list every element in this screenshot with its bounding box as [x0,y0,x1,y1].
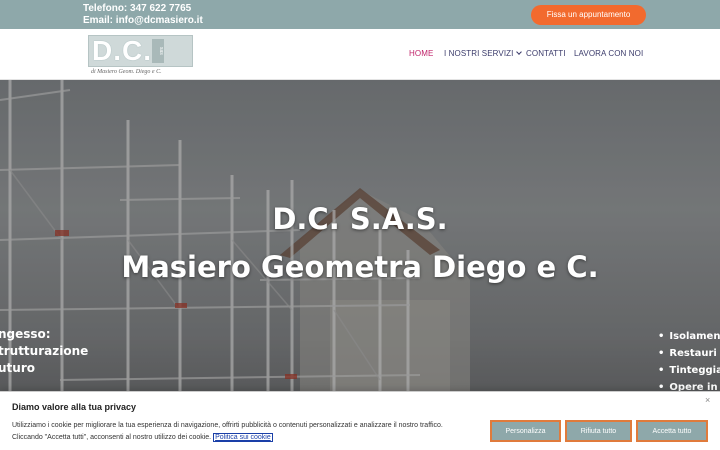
cookie-text-line: Utilizziamo i cookie per migliorare la t… [12,422,443,429]
site-logo[interactable]: D.C. sas di Masiero Geom. Diego e C. [88,35,193,75]
nav-services[interactable]: I NOSTRI SERVIZI [444,49,523,58]
appointment-button[interactable]: Fissa un appuntamento [531,5,646,25]
customize-button[interactable]: Personalizza [490,420,561,442]
cookie-consent-banner: Diamo valore alla tua privacy × Utilizzi… [0,391,720,450]
left-service-item: uturo [0,361,35,375]
top-contact-bar: Telefono: 347 622 7765 Email: info@dcmas… [0,0,720,29]
logo-tag: sas [152,39,164,63]
reject-all-button[interactable]: Rifiuta tutto [565,420,632,442]
cookie-consent-sentence: Cliccando "Accetta tutti", acconsenti al… [12,434,212,441]
chevron-down-icon [516,49,523,55]
close-icon[interactable]: × [705,395,710,405]
left-service-list: ngesso: trutturazione uturo [0,326,88,377]
logo-letters: D.C. [92,35,152,66]
left-service-item: trutturazione [0,344,89,358]
phone-number[interactable]: Telefono: 347 622 7765 [83,3,203,15]
logo-subtitle: di Masiero Geom. Diego e C. [91,69,162,75]
right-service-list: Isolamento Restauri e R Tinteggiatu Oper… [658,328,720,396]
nav-home[interactable]: HOME [409,49,433,58]
cookie-policy-link[interactable]: Politica sui cookie [213,433,273,442]
nav-contacts[interactable]: CONTATTI [526,49,566,58]
cookie-text: Utilizziamo i cookie per migliorare la t… [12,420,482,444]
nav-services-label: I NOSTRI SERVIZI [444,49,514,58]
site-header: D.C. sas di Masiero Geom. Diego e C. HOM… [0,29,720,80]
right-service-item: Isolamento [658,328,720,345]
left-service-item: ngesso: [0,327,51,341]
email-address[interactable]: Email: info@dcmasiero.it [83,15,203,27]
accept-all-button[interactable]: Accetta tutto [636,420,708,442]
cookie-text-line-2: Cliccando "Accetta tutti", acconsenti al… [12,432,482,444]
nav-work-with-us[interactable]: LAVORA CON NOI [574,49,643,58]
hero-subtitle: Masiero Geometra Diego e C. [121,250,599,284]
right-service-item: Tinteggiatu [658,362,720,379]
hero-title: D.C. S.A.S. [272,202,448,236]
contact-info: Telefono: 347 622 7765 Email: info@dcmas… [83,3,203,27]
cookie-title: Diamo valore alla tua privacy [12,402,137,412]
right-service-item: Restauri e R [658,345,720,362]
